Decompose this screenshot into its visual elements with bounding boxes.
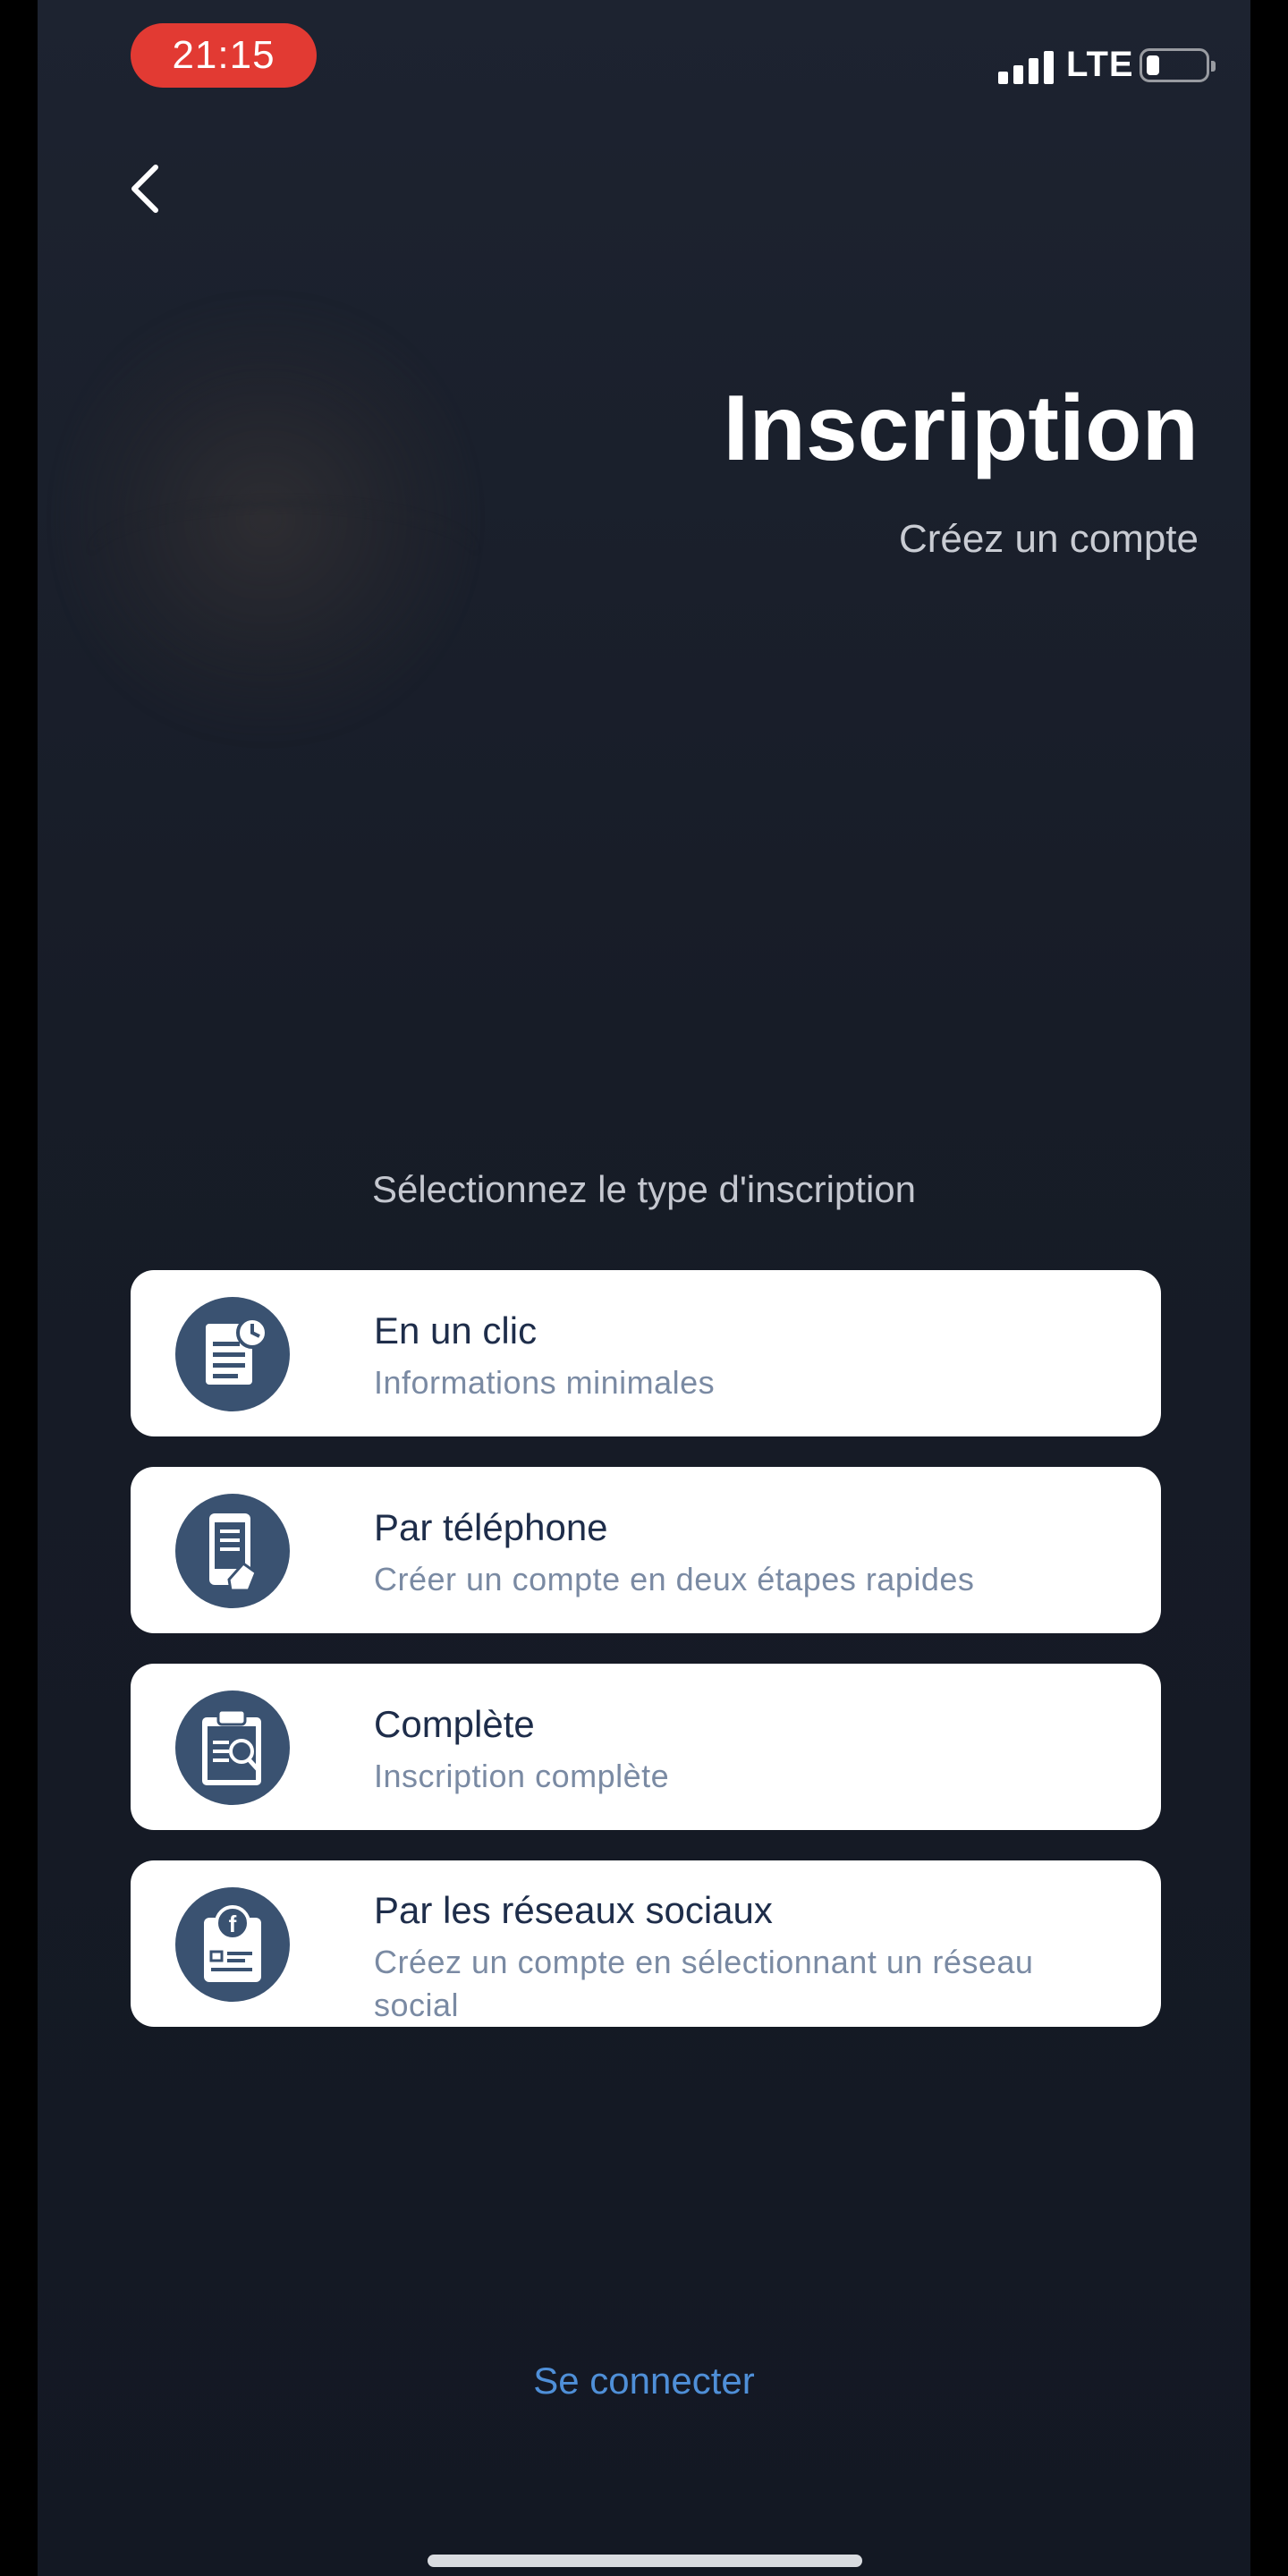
option-description: Créer un compte en deux étapes rapides: [374, 1561, 975, 1597]
chevron-left-icon: [131, 165, 158, 213]
svg-text:f: f: [229, 1911, 237, 1937]
option-label: Par les réseaux sociaux: [374, 1889, 773, 1931]
option-label: En un clic: [374, 1309, 538, 1352]
option-description: Créez un compte en sélectionnant un rése…: [374, 1944, 1034, 2023]
option-label: Complète: [374, 1703, 535, 1745]
option-one-click[interactable]: En un clic Informations minimales: [131, 1270, 1161, 1436]
phone-hand-icon: [175, 1494, 290, 1608]
option-phone[interactable]: Par téléphone Créer un compte en deux ét…: [131, 1467, 1161, 1633]
back-button[interactable]: [118, 157, 172, 220]
app-screen: 21:15 LTE Inscription Créez un compte Sé…: [38, 0, 1250, 2576]
page-title: Inscription: [723, 377, 1199, 480]
document-clock-icon: [175, 1297, 290, 1411]
registration-type-prompt: Sélectionnez le type d'inscription: [371, 1168, 917, 1210]
status-time: 21:15: [131, 23, 317, 88]
option-social-networks[interactable]: f Par les réseaux sociaux Créez un compt…: [131, 1860, 1161, 2027]
page-subtitle: Créez un compte: [898, 517, 1199, 561]
signal-icon: [998, 50, 1055, 84]
background-ball-seam: [91, 501, 476, 608]
option-description: Informations minimales: [374, 1364, 716, 1401]
facebook-id-card-icon: f: [175, 1887, 290, 2002]
battery-icon: [1140, 48, 1216, 82]
home-indicator[interactable]: [428, 2555, 862, 2567]
option-complete[interactable]: Complète Inscription complète: [131, 1664, 1161, 1830]
option-description: Inscription complète: [374, 1758, 670, 1794]
clipboard-icon: [175, 1690, 290, 1805]
option-label: Par téléphone: [374, 1506, 608, 1548]
network-type: LTE: [1066, 45, 1134, 84]
registration-options: En un clic Informations minimales Par té…: [131, 1270, 1161, 2057]
login-link[interactable]: Se connecter: [38, 2360, 1250, 2402]
